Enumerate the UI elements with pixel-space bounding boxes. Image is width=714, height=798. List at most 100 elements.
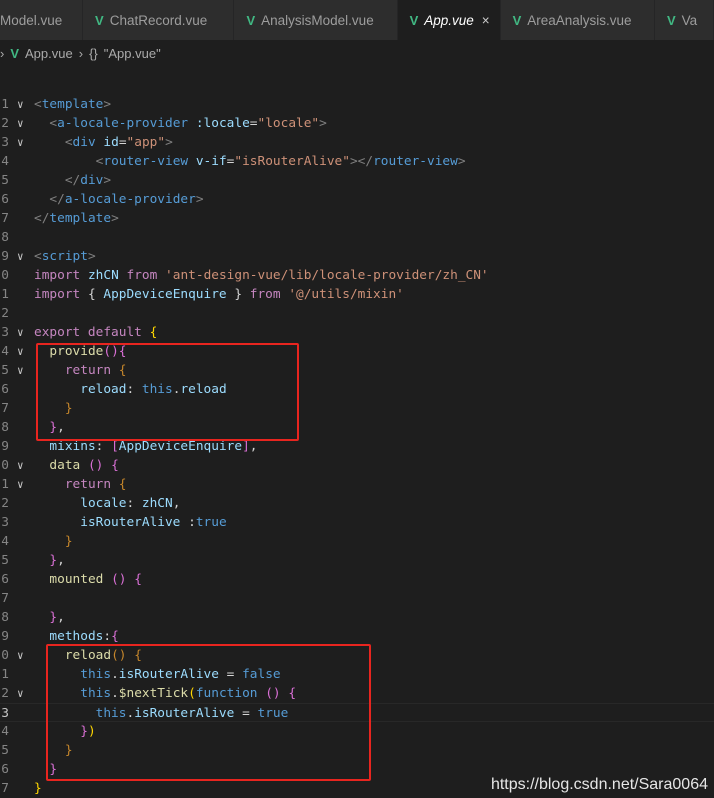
line-number: 0	[1, 458, 9, 473]
tab-app-vue[interactable]: V App.vue ×	[397, 0, 501, 40]
fold-chevron-icon[interactable]: ∨	[17, 456, 24, 475]
fold-chevron-icon[interactable]: ∨	[17, 133, 24, 152]
fold-chevron-icon[interactable]: ∨	[17, 342, 24, 361]
line-number: 3	[1, 325, 9, 340]
code-token: >	[87, 249, 96, 264]
breadcrumb-separator-icon: ›	[78, 45, 84, 61]
code-token: id	[103, 135, 119, 150]
line-number: 7	[1, 401, 9, 416]
fold-chevron-icon[interactable]: ∨	[17, 114, 24, 133]
line-number: 8	[1, 230, 9, 245]
code-line[interactable]: 9 ∨ <script>	[0, 247, 714, 266]
code-text: <template>	[34, 95, 111, 114]
code-line[interactable]: 7 </template>	[0, 209, 714, 228]
code-token: <	[49, 116, 58, 131]
code-token: >	[165, 135, 173, 150]
code-token: {	[111, 629, 119, 644]
code-line[interactable]: 6 mounted () {	[0, 570, 714, 589]
code-text: <router-view v-if="isRouterAlive"></rout…	[34, 152, 466, 171]
close-icon[interactable]: ×	[482, 13, 490, 28]
code-line[interactable]: 1 ∨ return {	[0, 475, 714, 494]
code-token: {	[118, 477, 127, 492]
code-text: },	[34, 551, 64, 570]
code-token: >	[103, 173, 112, 188]
code-line[interactable]: 5 },	[0, 551, 714, 570]
fold-chevron-icon[interactable]: ∨	[17, 646, 24, 665]
line-number: 6	[1, 192, 9, 207]
code-token: "app"	[126, 135, 166, 150]
code-line[interactable]: 2 ∨ <a-locale-provider :locale="locale">	[0, 114, 714, 133]
code-line[interactable]: 2	[0, 304, 714, 323]
tab-label: Va	[681, 12, 698, 28]
code-token: div	[72, 135, 96, 150]
code-token: :	[103, 629, 112, 644]
fold-chevron-icon[interactable]: ∨	[17, 323, 24, 342]
code-text: <script>	[34, 247, 96, 266]
fold-chevron-icon[interactable]: ∨	[17, 95, 24, 114]
code-token: "locale"	[257, 116, 320, 131]
breadcrumb-file[interactable]: App.vue	[25, 46, 73, 61]
tab-areaanalysis-vue[interactable]: V AreaAnalysis.vue	[500, 0, 655, 40]
code-token: }	[64, 534, 73, 549]
line-number: 1	[1, 287, 9, 302]
braces-symbol-icon: {}	[89, 45, 98, 61]
code-line[interactable]: 5 </div>	[0, 171, 714, 190]
line-number: 0	[1, 268, 9, 283]
breadcrumb-symbol[interactable]: "App.vue"	[104, 46, 161, 61]
code-token: {	[111, 458, 119, 473]
line-number: 2	[1, 306, 9, 321]
code-line[interactable]: 0 ∨ data () {	[0, 456, 714, 475]
fold-chevron-icon[interactable]: ∨	[17, 684, 24, 703]
code-token: <	[64, 135, 73, 150]
tab-model-vue[interactable]: Model.vue	[0, 0, 84, 40]
line-number: 7	[1, 211, 9, 226]
code-line[interactable]: 4 }	[0, 532, 714, 551]
code-line[interactable]: 4 <router-view v-if="isRouterAlive"></ro…	[0, 152, 714, 171]
code-line[interactable]: 3 ∨ <div id="app">	[0, 133, 714, 152]
line-number: 3	[1, 135, 9, 150]
line-number: 5	[1, 173, 9, 188]
fold-chevron-icon[interactable]: ∨	[17, 475, 24, 494]
tab-va[interactable]: V Va	[654, 0, 714, 40]
tab-analysismodel-vue[interactable]: V AnalysisModel.vue	[234, 0, 398, 40]
vue-file-icon: V	[246, 12, 256, 28]
code-text: </template>	[34, 209, 119, 228]
code-line[interactable]: 2 locale: zhCN,	[0, 494, 714, 513]
code-text: import { AppDeviceEnquire } from '@/util…	[34, 285, 404, 304]
code-token: :	[180, 515, 196, 530]
line-number: 7	[1, 781, 9, 796]
code-text: isRouterAlive :true	[34, 513, 226, 532]
code-line[interactable]: 1 ∨ <template>	[0, 95, 714, 114]
line-number: 4	[1, 154, 9, 169]
code-line[interactable]: 6 </a-locale-provider>	[0, 190, 714, 209]
code-text: <div id="app">	[34, 133, 173, 152]
tab-label: AreaAnalysis.vue	[527, 12, 632, 28]
code-token: </	[64, 173, 81, 188]
code-line[interactable]: 0 import zhCN from 'ant-design-vue/lib/lo…	[0, 266, 714, 285]
code-line[interactable]: 8 },	[0, 608, 714, 627]
code-line[interactable]: 7	[0, 589, 714, 608]
code-token: </	[34, 211, 50, 226]
code-token: template	[41, 97, 104, 112]
line-number: 0	[1, 648, 9, 663]
code-line[interactable]: 3 isRouterAlive :true	[0, 513, 714, 532]
code-token: template	[49, 211, 112, 226]
fold-chevron-icon[interactable]: ∨	[17, 247, 24, 266]
code-token: }	[34, 781, 42, 796]
fold-chevron-icon[interactable]: ∨	[17, 361, 24, 380]
code-line[interactable]: 3 ∨ export default {	[0, 323, 714, 342]
code-line[interactable]: 8	[0, 228, 714, 247]
code-line[interactable]: 1 import { AppDeviceEnquire } from '@/uti…	[0, 285, 714, 304]
code-token: }	[49, 553, 58, 568]
tab-chatrecord-vue[interactable]: V ChatRecord.vue	[83, 0, 235, 40]
